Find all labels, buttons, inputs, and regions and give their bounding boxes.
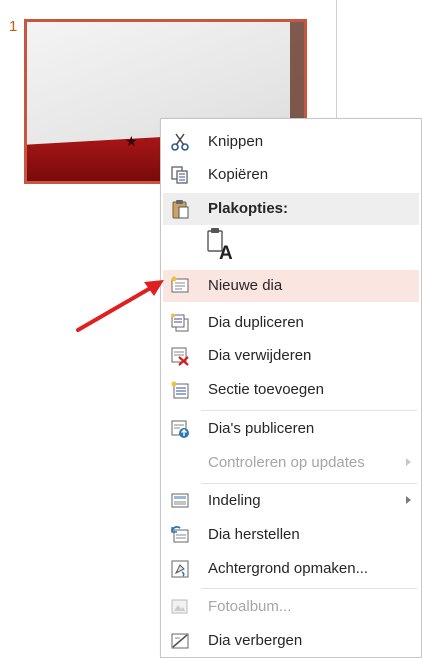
menu-item-layout[interactable]: Indeling	[163, 485, 419, 517]
menu-separator	[201, 588, 417, 589]
menu-item-delete-slide[interactable]: Dia verwijderen	[163, 340, 419, 372]
menu-item-label: Dia's publiceren	[208, 420, 315, 437]
paste-keep-text-only-button[interactable]: A	[205, 227, 235, 264]
menu-separator	[201, 483, 417, 484]
menu-item-label: Fotoalbum...	[208, 598, 292, 615]
menu-item-label: Kopiëren	[208, 166, 269, 183]
paste-icon	[169, 198, 191, 220]
menu-item-add-section[interactable]: Sectie toevoegen	[163, 374, 419, 406]
menu-item-label: Controleren op updates	[208, 454, 365, 471]
paste-options-label: Plakopties:	[208, 200, 289, 217]
scissors-icon	[169, 131, 191, 153]
menu-item-new-slide[interactable]: Nieuwe dia	[163, 270, 419, 302]
photo-album-icon	[169, 596, 191, 618]
new-slide-icon	[169, 275, 191, 297]
duplicate-slide-icon	[169, 312, 191, 334]
layout-icon	[169, 490, 191, 512]
menu-item-hide-slide[interactable]: Dia verbergen	[163, 625, 419, 657]
menu-item-cut[interactable]: Knippen	[163, 126, 419, 158]
slide-number: 1	[9, 18, 18, 35]
menu-item-label: Dia verwijderen	[208, 347, 312, 364]
menu-separator	[201, 410, 417, 411]
context-menu: Knippen Kopiëren Plakopties: A Nieuwe di…	[160, 118, 422, 658]
menu-item-format-background[interactable]: Achtergrond opmaken...	[163, 553, 419, 585]
paste-options-header: Plakopties:	[163, 193, 419, 225]
menu-item-label: Knippen	[208, 133, 264, 150]
paste-keep-text-only-icon: A	[207, 228, 233, 264]
reset-slide-icon	[169, 524, 191, 546]
star-icon: ★	[125, 133, 138, 149]
menu-item-label: Sectie toevoegen	[208, 381, 324, 398]
menu-item-label: Dia dupliceren	[208, 314, 304, 331]
format-background-icon	[169, 558, 191, 580]
delete-slide-icon	[169, 345, 191, 367]
add-section-icon	[169, 379, 191, 401]
menu-item-label: Dia herstellen	[208, 526, 300, 543]
copy-icon	[169, 164, 191, 186]
chevron-right-icon	[406, 496, 411, 504]
menu-item-label: Indeling	[208, 492, 261, 509]
menu-item-check-updates[interactable]: Controleren op updates	[163, 447, 419, 479]
annotation-arrow	[76, 280, 164, 332]
menu-item-publish-slides[interactable]: Dia's publiceren	[163, 413, 419, 445]
menu-item-photo-album[interactable]: Fotoalbum...	[163, 591, 419, 623]
menu-item-label: Achtergrond opmaken...	[208, 560, 369, 577]
menu-item-label: Nieuwe dia	[208, 277, 283, 294]
publish-slides-icon	[169, 418, 191, 440]
menu-item-copy[interactable]: Kopiëren	[163, 159, 419, 191]
menu-item-reset-slide[interactable]: Dia herstellen	[163, 519, 419, 551]
paste-option-letter: A	[219, 243, 233, 261]
pane-divider	[336, 0, 337, 128]
menu-item-label: Dia verbergen	[208, 632, 303, 649]
hide-slide-icon	[169, 630, 191, 652]
chevron-right-icon	[406, 458, 411, 466]
menu-item-duplicate-slide[interactable]: Dia dupliceren	[163, 307, 419, 339]
